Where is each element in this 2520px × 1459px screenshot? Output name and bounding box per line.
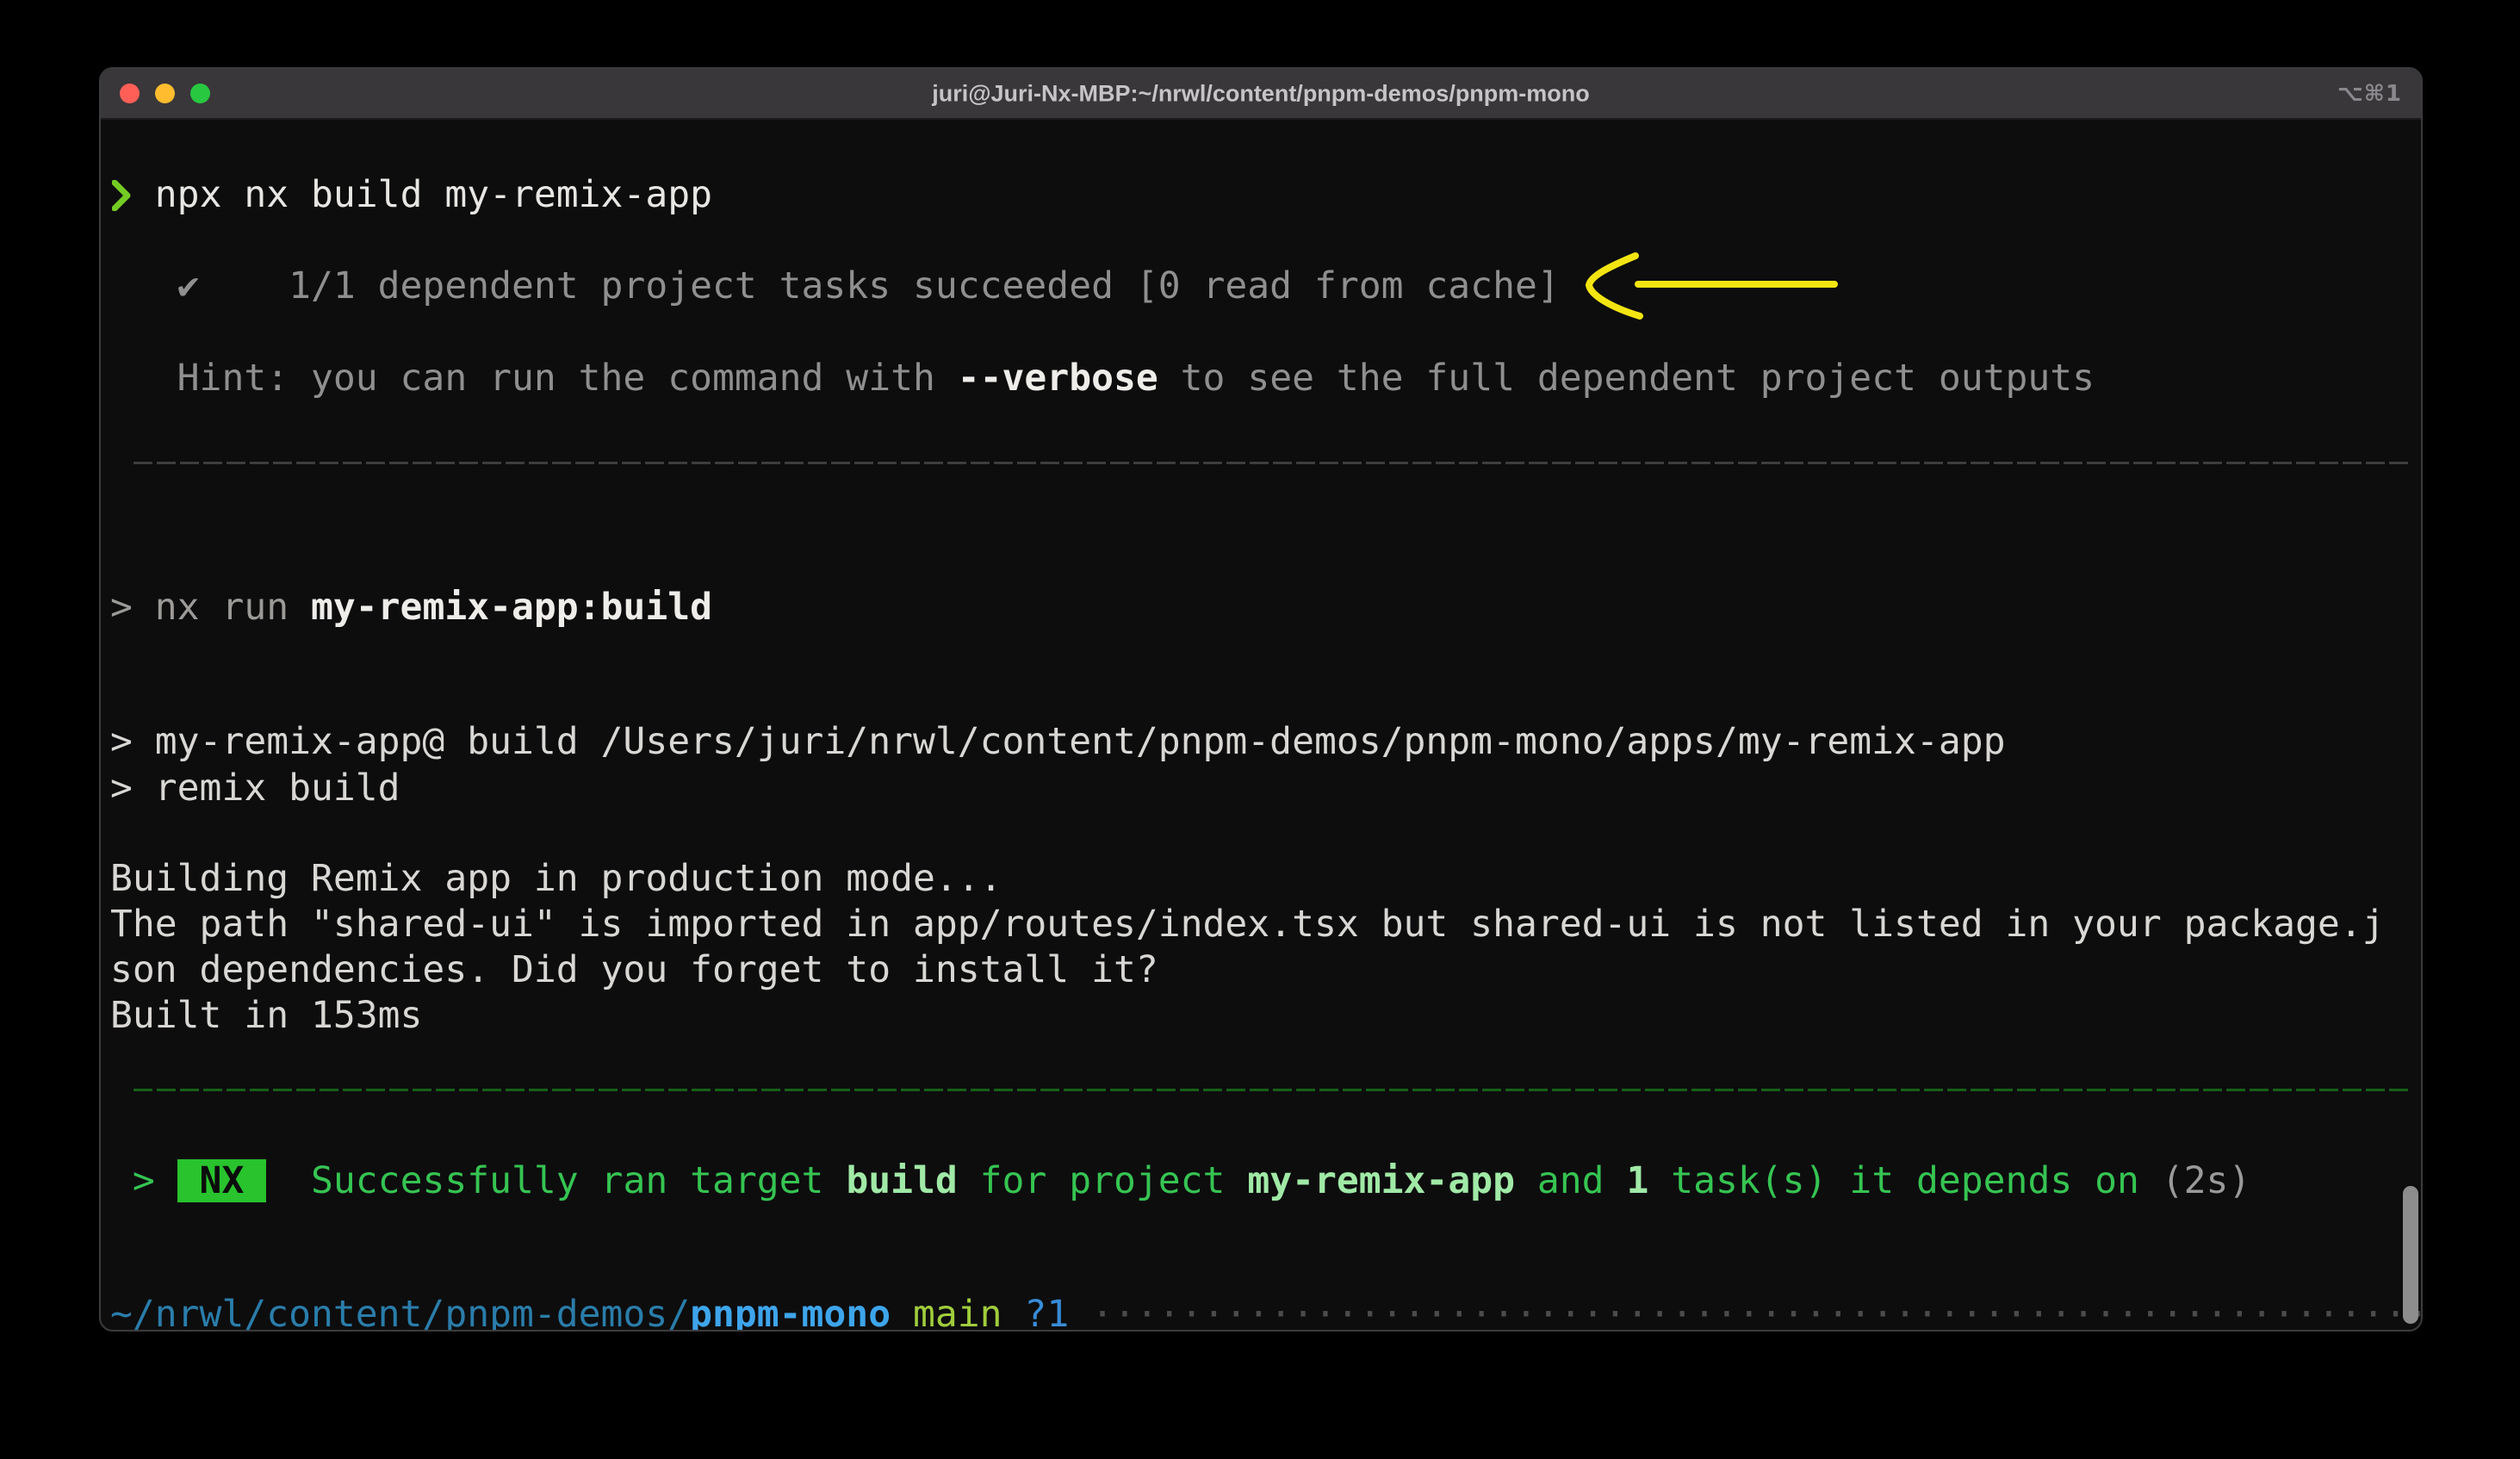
- annotation-arrow-icon: [1580, 247, 1847, 326]
- command-line: npx nx build my-remix-app: [110, 172, 712, 218]
- build-log-line: son dependencies. Did you forget to inst…: [110, 947, 1158, 993]
- zoom-button[interactable]: [190, 84, 210, 103]
- nx-success-line: > NX Successfully ran target build for p…: [110, 1158, 2250, 1204]
- command-text: npx nx build my-remix-app: [155, 173, 712, 216]
- output-separator: [133, 462, 2412, 464]
- package-script-line: > my-remix-app@ build /Users/juri/nrwl/c…: [110, 719, 2006, 765]
- window-title: juri@Juri-Nx-MBP:~/nrwl/content/pnpm-dem…: [932, 80, 1590, 107]
- scrollbar-thumb[interactable]: [2403, 1186, 2418, 1324]
- task-status-line: ✔ 1/1 dependent project tasks succeeded …: [110, 264, 1560, 309]
- build-log-line: Building Remix app in production mode...: [110, 856, 1002, 902]
- success-separator: [133, 1089, 2412, 1091]
- nx-run-line: > nx run my-remix-app:build: [110, 585, 712, 630]
- window-shortcut-badge: ⌥⌘1: [2337, 81, 2402, 107]
- build-log-line: The path "shared-ui" is imported in app/…: [110, 902, 2385, 947]
- minimize-button[interactable]: [155, 84, 175, 103]
- cwd-repo: pnpm-mono: [690, 1293, 891, 1332]
- nx-badge: NX: [177, 1159, 267, 1202]
- traffic-lights: [120, 69, 210, 118]
- terminal-content[interactable]: npx nx build my-remix-app ✔ 1/1 dependen…: [101, 120, 2421, 1330]
- build-log-line: Built in 153ms: [110, 993, 422, 1039]
- hint-line: Hint: you can run the command with --ver…: [110, 356, 2095, 401]
- git-status: ?1: [1002, 1293, 1070, 1332]
- verbose-flag: --verbose: [958, 357, 1158, 400]
- window-titlebar[interactable]: juri@Juri-Nx-MBP:~/nrwl/content/pnpm-dem…: [101, 69, 2421, 120]
- leader-dots: ········································…: [1069, 1293, 2423, 1332]
- remix-build-line: > remix build: [110, 766, 400, 811]
- shell-prompt-line: ~/nrwl/content/pnpm-demos/pnpm-mono main…: [110, 1292, 2423, 1332]
- git-branch: main: [891, 1293, 1002, 1332]
- cwd-path: ~/nrwl/content/pnpm-demos/: [110, 1293, 690, 1332]
- run-target: my-remix-app:build: [311, 586, 712, 629]
- terminal-window: juri@Juri-Nx-MBP:~/nrwl/content/pnpm-dem…: [99, 67, 2423, 1332]
- close-button[interactable]: [120, 84, 140, 103]
- duration-badge: (2s): [2162, 1159, 2251, 1202]
